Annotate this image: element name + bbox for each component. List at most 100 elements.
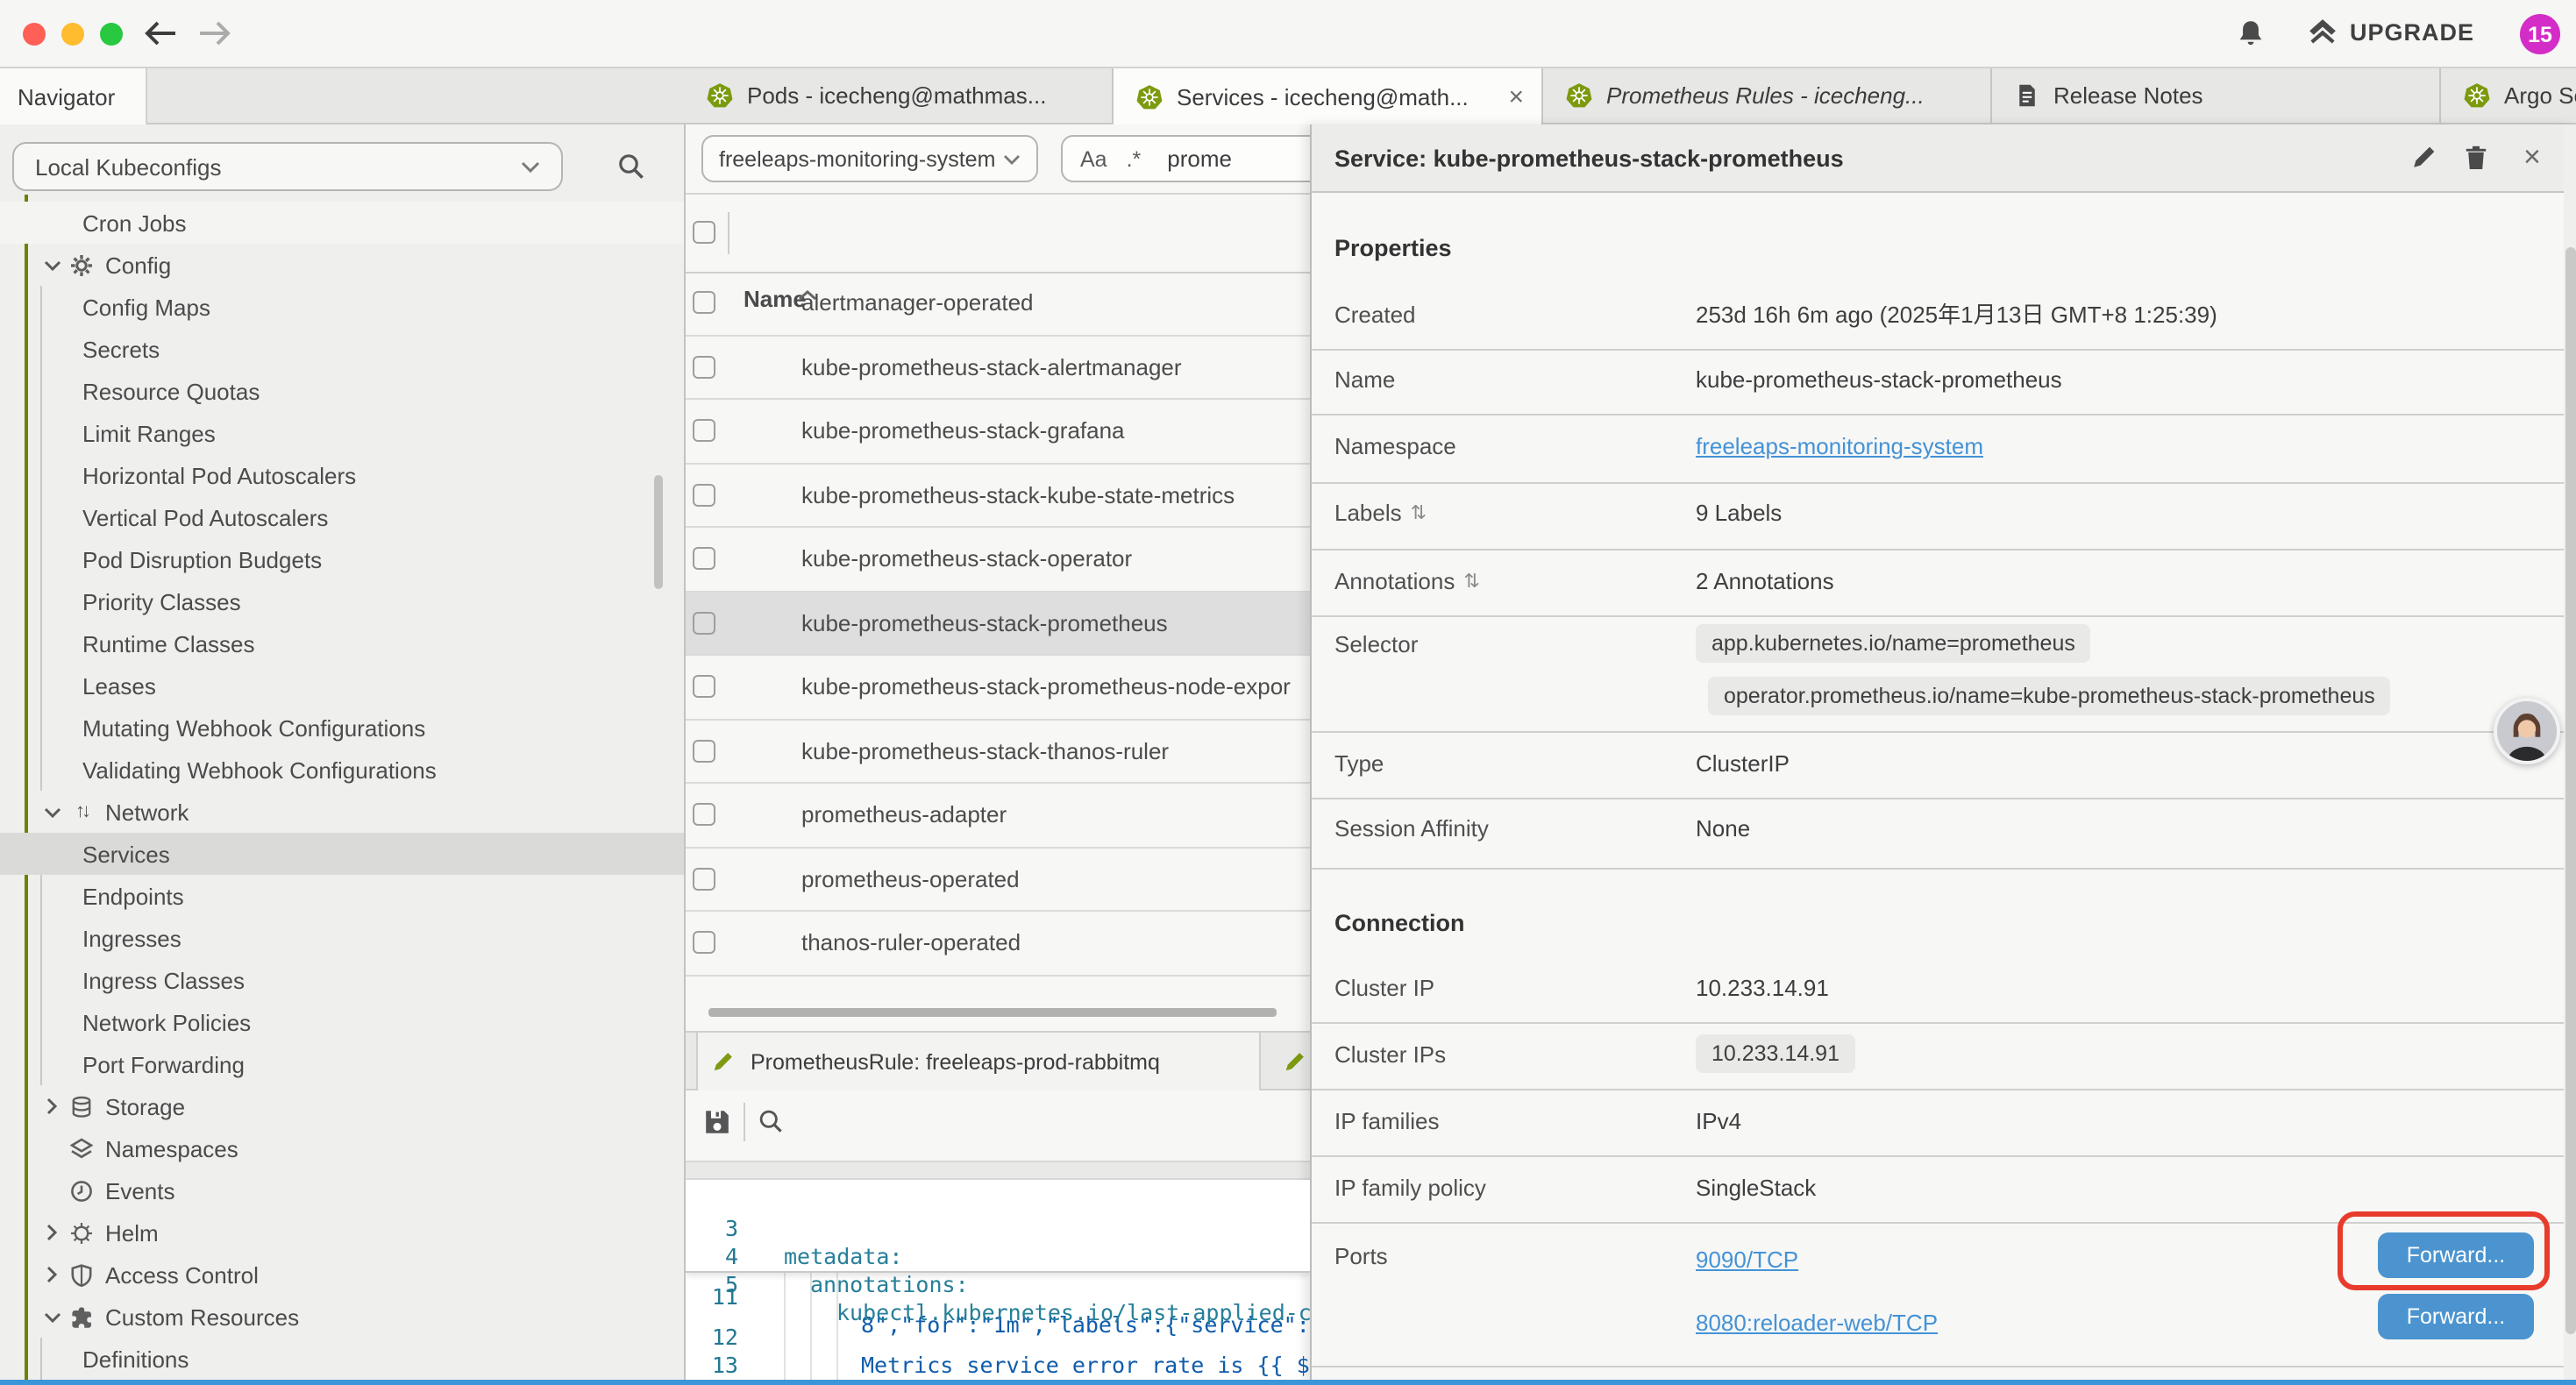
chevron-down-icon[interactable] — [42, 1310, 61, 1323]
table-row[interactable]: alertmanager-operated — [686, 272, 1310, 336]
kubeconfig-select[interactable]: Local Kubeconfigs — [12, 142, 563, 191]
window-minimize-button[interactable] — [61, 22, 84, 45]
table-row[interactable]: kube-prometheus-stack-thanos-ruler — [686, 720, 1310, 784]
delete-trash-icon[interactable] — [2464, 144, 2488, 172]
tab-pods[interactable]: Pods - icecheng@mathmas... — [684, 68, 1114, 124]
row-checkbox[interactable] — [693, 548, 715, 571]
row-checkbox[interactable] — [693, 868, 715, 891]
table-row[interactable]: prometheus-operated — [686, 848, 1310, 912]
namespace-filter-select[interactable]: freeleaps-monitoring-system — [701, 135, 1038, 182]
sidebar-item-storage[interactable]: Storage — [0, 1085, 686, 1127]
regex-toggle[interactable]: .* — [1127, 146, 1142, 171]
assistant-avatar[interactable] — [2494, 698, 2560, 764]
sidebar-item-port-forwarding[interactable]: Port Forwarding — [0, 1043, 686, 1085]
sidebar-item-leases[interactable]: Leases — [0, 664, 686, 707]
chevron-down-icon[interactable] — [42, 806, 61, 818]
panel-scrollbar[interactable] — [2565, 247, 2576, 1334]
row-checkbox[interactable] — [693, 740, 715, 763]
sidebar-item-network[interactable]: ↑↓ Network — [0, 791, 686, 833]
sidebar-item-namespaces[interactable]: Namespaces — [0, 1127, 686, 1169]
table-row[interactable]: thanos-ruler-operated — [686, 912, 1310, 976]
sidebar-item-helm[interactable]: Helm — [0, 1211, 686, 1254]
sidebar-item-cron-jobs[interactable]: Cron Jobs — [0, 202, 686, 244]
sidebar-scrollbar[interactable] — [654, 475, 663, 589]
port-link-9090[interactable]: 9090/TCP — [1696, 1246, 1798, 1273]
table-row[interactable]: kube-prometheus-stack-operator — [686, 528, 1310, 592]
notification-count-badge[interactable]: 15 — [2520, 14, 2560, 54]
upgrade-button[interactable]: UPGRADE — [2308, 19, 2474, 46]
window-close-button[interactable] — [23, 22, 46, 45]
sort-updown-icon[interactable]: ⇅ — [1411, 498, 1427, 529]
table-row[interactable]: kube-prometheus-stack-kube-state-metrics — [686, 464, 1310, 528]
navigator-panel-tab[interactable]: Navigator — [0, 68, 147, 124]
sidebar-item-access-control[interactable]: Access Control — [0, 1254, 686, 1296]
sidebar-item-mutating-webhook-configurations[interactable]: Mutating Webhook Configurations — [0, 707, 686, 749]
tab-prometheus-rules[interactable]: Prometheus Rules - icecheng... — [1543, 68, 1992, 124]
table-row[interactable]: kube-prometheus-stack-alertmanager — [686, 336, 1310, 400]
tab-argo[interactable]: Argo Se — [2441, 68, 2576, 124]
save-icon[interactable] — [703, 1108, 731, 1136]
sidebar-item-runtime-classes[interactable]: Runtime Classes — [0, 622, 686, 664]
table-row[interactable]: kube-prometheus-stack-grafana — [686, 400, 1310, 464]
sort-updown-icon[interactable]: ⇅ — [1463, 566, 1479, 598]
search-input[interactable]: Aa .* prome — [1061, 135, 1310, 182]
close-tab-icon[interactable]: × — [1508, 83, 1524, 110]
sidebar-item-endpoints[interactable]: Endpoints — [0, 875, 686, 917]
table-row[interactable]: kube-prometheus-stack-prometheus-node-ex… — [686, 656, 1310, 720]
yaml-editor[interactable]: 11 8","for":"1m","labels":{"service":" 1… — [686, 1180, 1310, 1385]
sidebar-item-config[interactable]: Config — [0, 244, 686, 286]
row-checkbox[interactable] — [693, 612, 715, 635]
row-checkbox[interactable] — [693, 484, 715, 507]
sidebar-search-icon[interactable] — [617, 153, 645, 181]
forward-button-8080[interactable]: Forward... — [2378, 1294, 2534, 1339]
editor-tab-partial[interactable] — [1277, 1033, 1310, 1090]
chevron-right-icon[interactable] — [42, 1097, 61, 1115]
sidebar-item-config-maps[interactable]: Config Maps — [0, 286, 686, 328]
sidebar-item-vertical-pod-autoscalers[interactable]: Vertical Pod Autoscalers — [0, 496, 686, 538]
sidebar-item-ingress-classes[interactable]: Ingress Classes — [0, 959, 686, 1001]
labels-label: Labels⇅ — [1334, 498, 1427, 529]
row-checkbox[interactable] — [693, 292, 715, 315]
row-checkbox[interactable] — [693, 356, 715, 379]
table-row-selected[interactable]: kube-prometheus-stack-prometheus — [686, 592, 1310, 656]
sidebar-item-resource-quotas[interactable]: Resource Quotas — [0, 370, 686, 412]
row-checkbox[interactable] — [693, 676, 715, 699]
row-checkbox[interactable] — [693, 932, 715, 955]
sidebar-item-horizontal-pod-autoscalers[interactable]: Horizontal Pod Autoscalers — [0, 454, 686, 496]
editor-subheader — [686, 1161, 1310, 1180]
chevron-right-icon[interactable] — [42, 1266, 61, 1283]
sidebar-item-events[interactable]: Events — [0, 1169, 686, 1211]
forward-arrow-icon[interactable] — [196, 19, 231, 47]
close-panel-icon[interactable]: × — [2523, 138, 2541, 177]
namespace-link[interactable]: freeleaps-monitoring-system — [1696, 433, 1983, 459]
sidebar-item-services[interactable]: Services — [0, 833, 686, 875]
table-row[interactable]: prometheus-adapter — [686, 784, 1310, 848]
row-checkbox[interactable] — [693, 420, 715, 443]
sidebar-item-definitions[interactable]: Definitions — [0, 1338, 686, 1380]
editor-search-icon[interactable] — [758, 1108, 784, 1134]
sidebar-item-network-policies[interactable]: Network Policies — [0, 1001, 686, 1043]
sidebar-item-secrets[interactable]: Secrets — [0, 328, 686, 370]
sidebar-item-limit-ranges[interactable]: Limit Ranges — [0, 412, 686, 454]
notifications-bell-icon[interactable] — [2236, 18, 2266, 49]
sidebar-item-pod-disruption-budgets[interactable]: Pod Disruption Budgets — [0, 538, 686, 580]
window-zoom-button[interactable] — [100, 22, 123, 45]
tab-services[interactable]: Services - icecheng@math... × — [1114, 68, 1543, 124]
horizontal-scrollbar[interactable] — [708, 1008, 1277, 1017]
tab-release-notes[interactable]: Release Notes — [1992, 68, 2441, 124]
edit-pencil-icon[interactable] — [2411, 144, 2437, 170]
editor-tab-prometheusrule[interactable]: PrometheusRule: freeleaps-prod-rabbitmq — [696, 1033, 1261, 1090]
row-checkbox[interactable] — [693, 804, 715, 827]
sidebar-item-priority-classes[interactable]: Priority Classes — [0, 580, 686, 622]
sidebar-item-ingresses[interactable]: Ingresses — [0, 917, 686, 959]
chevron-right-icon[interactable] — [42, 1224, 61, 1241]
sidebar-item-custom-resources[interactable]: Custom Resources — [0, 1296, 686, 1338]
chevron-down-icon[interactable] — [42, 259, 61, 271]
sidebar-item-validating-webhook-configurations[interactable]: Validating Webhook Configurations — [0, 749, 686, 791]
properties-heading: Properties — [1334, 233, 1452, 265]
select-all-checkbox[interactable] — [693, 221, 715, 244]
forward-button-9090[interactable]: Forward... — [2378, 1232, 2534, 1278]
back-arrow-icon[interactable] — [144, 19, 179, 47]
match-case-toggle[interactable]: Aa — [1080, 146, 1107, 171]
port-link-8080[interactable]: 8080:reloader-web/TCP — [1696, 1310, 1938, 1336]
